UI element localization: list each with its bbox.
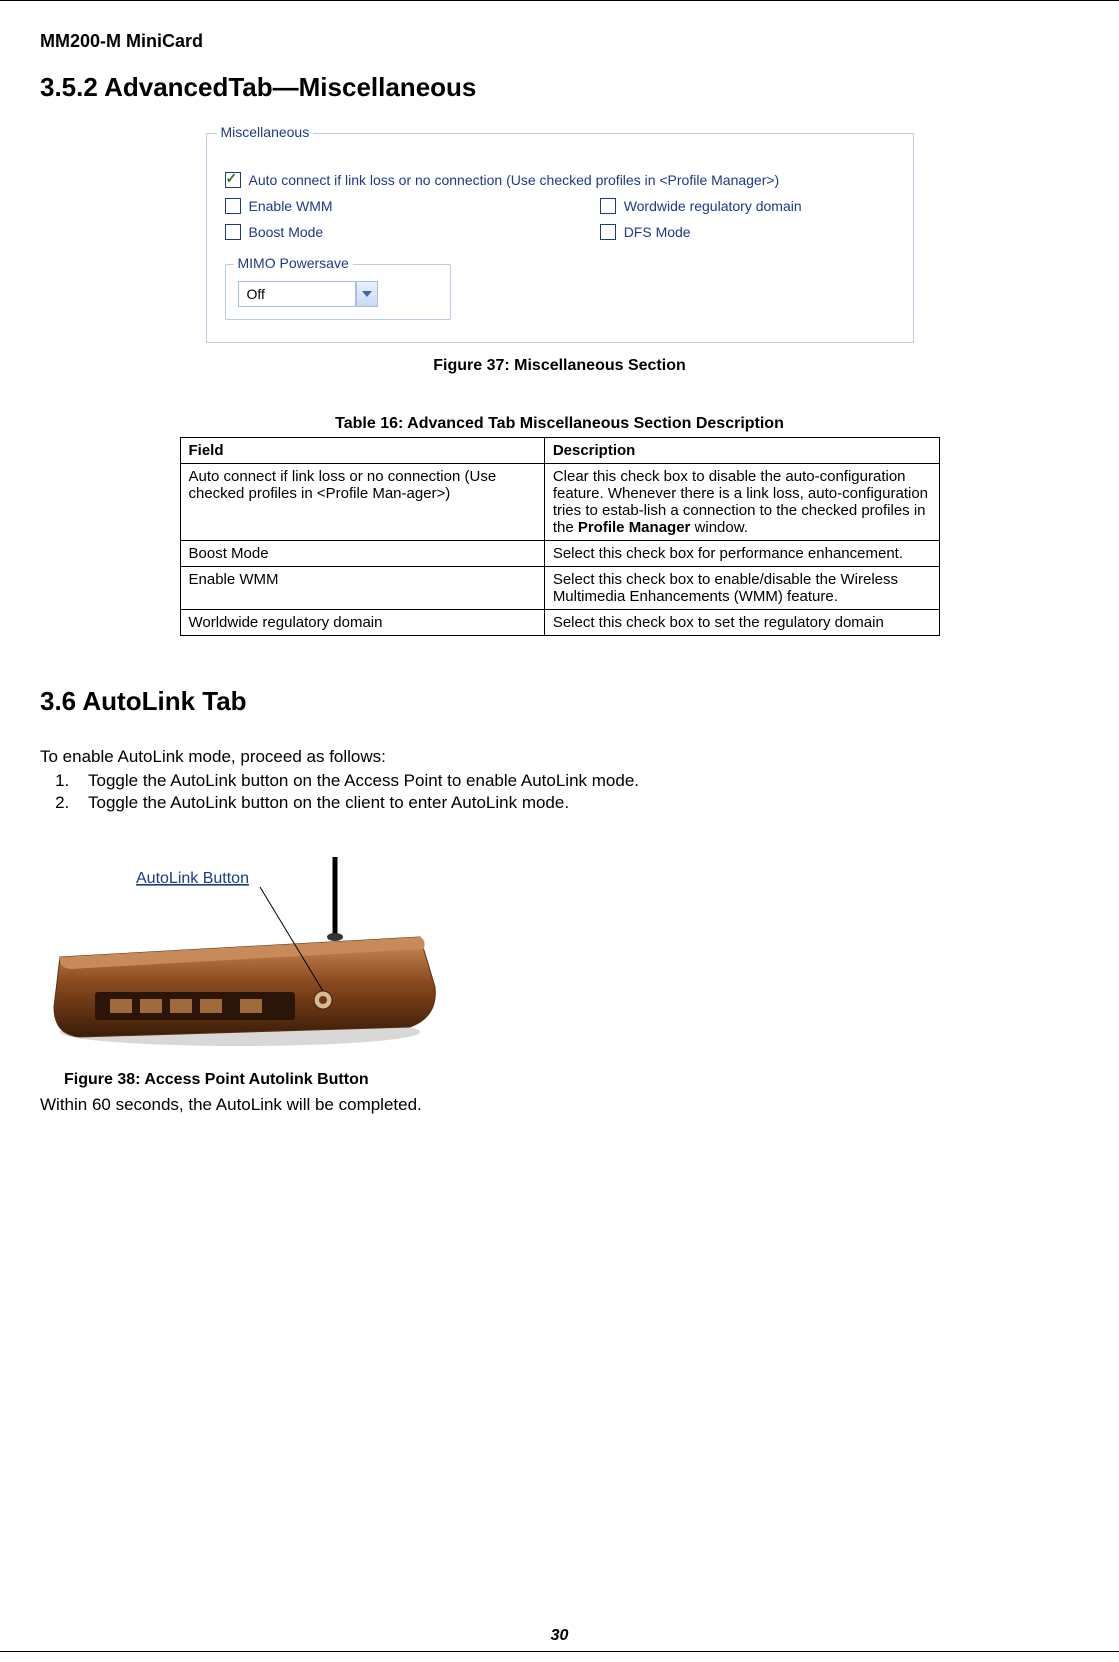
th-description: Description [544,438,939,464]
boost-mode-checkbox[interactable] [225,224,241,240]
enable-wmm-checkbox[interactable] [225,198,241,214]
section-heading-autolink: 3.6 AutoLink Tab [40,686,1079,717]
th-field: Field [180,438,544,464]
dfs-mode-label: DFS Mode [624,224,691,240]
router-image: AutoLink Button [40,837,460,1057]
doc-header: MM200-M MiniCard [40,31,1079,52]
autolink-button-label: AutoLink Button [136,870,249,887]
autolink-intro: To enable AutoLink mode, proceed as foll… [40,747,1079,767]
advanced-misc-table: Field Description Auto connect if link l… [180,437,940,636]
mimo-legend: MIMO Powersave [234,255,353,271]
table-row: Worldwide regulatory domain Select this … [180,610,939,636]
list-item: Toggle the AutoLink button on the Access… [74,771,1079,791]
autoconnect-label: Auto connect if link loss or no connecti… [249,172,780,188]
dfs-mode-checkbox[interactable] [600,224,616,240]
mimo-groupbox: MIMO Powersave Off [225,264,451,320]
figure-38-caption: Figure 38: Access Point Autolink Button [64,1071,1079,1089]
closing-text: Within 60 seconds, the AutoLink will be … [40,1095,1079,1115]
table-row: Auto connect if link loss or no connecti… [180,464,939,541]
misc-groupbox: Miscellaneous Auto connect if link loss … [206,133,914,343]
table-row: Enable WMM Select this check box to enab… [180,567,939,610]
wordwide-checkbox[interactable] [600,198,616,214]
page-number: 30 [0,1627,1119,1645]
enable-wmm-label: Enable WMM [249,198,333,214]
mimo-value: Off [238,281,356,307]
chevron-down-icon[interactable] [356,281,378,307]
autoconnect-checkbox[interactable] [225,172,241,188]
list-item: Toggle the AutoLink button on the client… [74,793,1079,813]
boost-mode-label: Boost Mode [249,224,324,240]
section-heading: 3.5.2 AdvancedTab—Miscellaneous [40,72,1079,103]
steps-list: Toggle the AutoLink button on the Access… [40,771,1079,813]
table-row: Boost Mode Select this check box for per… [180,541,939,567]
misc-legend: Miscellaneous [217,124,314,140]
mimo-dropdown[interactable]: Off [238,281,438,307]
table-16-caption: Table 16: Advanced Tab Miscellaneous Sec… [40,415,1079,433]
figure-37-caption: Figure 37: Miscellaneous Section [40,357,1079,375]
wordwide-label: Wordwide regulatory domain [624,198,802,214]
